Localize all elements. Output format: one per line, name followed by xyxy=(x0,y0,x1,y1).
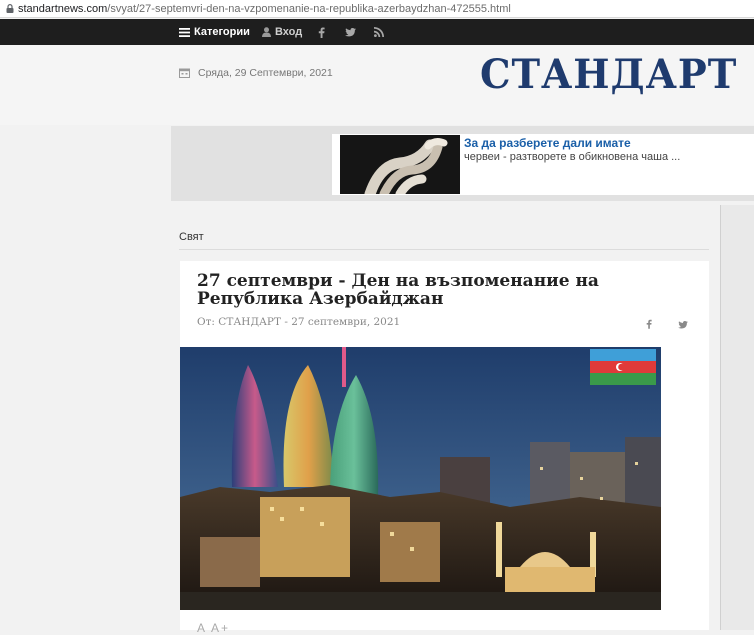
sponsored-ad[interactable]: За да разберете дали имате червеи - разт… xyxy=(332,134,754,195)
url-path: /svyat/27-septemvri-den-na-vzpomenanie-n… xyxy=(107,3,511,15)
baku-skyline-photo xyxy=(180,347,661,610)
rss-link[interactable] xyxy=(374,19,384,45)
top-navigation: Категории Вход xyxy=(0,19,754,45)
twitter-icon xyxy=(678,321,688,329)
login-label: Вход xyxy=(275,26,303,38)
article-hero-image xyxy=(180,347,661,610)
user-icon xyxy=(262,27,271,37)
site-logo[interactable]: СТАНДАРТ xyxy=(480,51,737,98)
browser-address-bar[interactable]: standartnews.com/svyat/27-septemvri-den-… xyxy=(0,0,754,18)
article-card: 27 септември - Ден на възпоменание на Ре… xyxy=(180,261,709,635)
section-label[interactable]: Свят xyxy=(179,231,709,243)
hamburger-icon xyxy=(179,27,190,37)
section-divider xyxy=(179,249,709,250)
article-title: 27 септември - Ден на възпоменание на Ре… xyxy=(197,271,599,309)
share-twitter-button[interactable] xyxy=(678,316,688,334)
site-header: Сряда, 29 Септември, 2021 СТАНДАРТ xyxy=(0,45,754,125)
url-host: standartnews.com xyxy=(18,3,108,15)
ad-text: червеи - разтворете в обикновена чаша ..… xyxy=(464,151,681,163)
right-side-panel xyxy=(720,205,754,630)
calendar-icon xyxy=(179,68,190,78)
address-url: standartnews.com/svyat/27-septemvri-den-… xyxy=(18,0,511,18)
worms-photo xyxy=(340,135,460,194)
article-byline: От: СТАНДАРТ - 27 септември, 2021 xyxy=(197,316,401,328)
azerbaijan-flag xyxy=(590,349,656,385)
rss-icon xyxy=(374,27,384,37)
categories-label: Категории xyxy=(194,26,250,38)
twitter-icon xyxy=(345,27,356,36)
current-date: Сряда, 29 Септември, 2021 xyxy=(179,67,333,79)
share-facebook-button[interactable] xyxy=(646,316,652,334)
ad-image[interactable] xyxy=(340,135,460,194)
lock-icon xyxy=(6,4,14,13)
facebook-link[interactable] xyxy=(318,19,325,45)
font-size-control[interactable]: A A+ xyxy=(197,621,230,635)
categories-menu-button[interactable]: Категории xyxy=(179,19,250,45)
facebook-icon xyxy=(646,319,652,329)
facebook-icon xyxy=(318,27,325,38)
date-text: Сряда, 29 Септември, 2021 xyxy=(198,67,333,79)
twitter-link[interactable] xyxy=(345,19,356,45)
ad-title[interactable]: За да разберете дали имате xyxy=(464,136,631,150)
login-link[interactable]: Вход xyxy=(262,19,302,45)
